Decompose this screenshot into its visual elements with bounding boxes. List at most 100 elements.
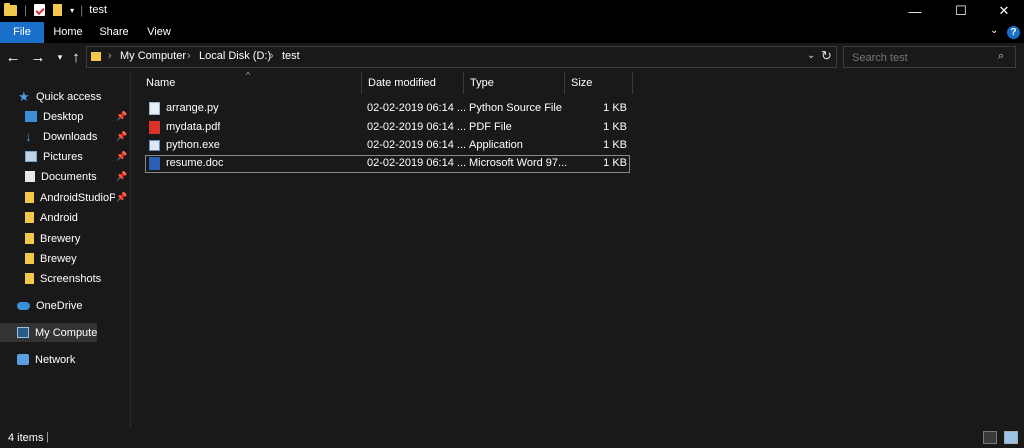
tab-file[interactable]: File (0, 22, 44, 43)
item-count: 4 items (8, 432, 44, 444)
tab-view[interactable]: View (137, 22, 181, 43)
folder-icon (4, 2, 17, 16)
sidebar-item-network[interactable]: Network (0, 350, 130, 369)
expand-ribbon-icon[interactable]: ⌄ (990, 25, 998, 36)
separator: | (24, 3, 28, 17)
sidebar-item-documents[interactable]: Documents 📌 (0, 167, 130, 186)
sidebar-item-label: Android (40, 211, 78, 224)
folder-icon (25, 253, 34, 264)
word-document-icon (149, 157, 160, 170)
customize-toolbar-icon[interactable]: ▾ (70, 6, 74, 15)
status-bar (0, 428, 1024, 448)
sidebar-item-label: Pictures (43, 150, 83, 163)
breadcrumb-separator: › (270, 50, 274, 62)
maximize-button[interactable]: ☐ (938, 0, 984, 22)
sidebar-item-my-computer[interactable]: My Computer (0, 323, 97, 342)
file-date: 02-02-2019 06:14 ... (367, 102, 467, 114)
search-input[interactable] (850, 50, 994, 66)
folder-icon (25, 192, 34, 203)
cloud-icon (17, 301, 30, 310)
address-dropdown-icon[interactable]: ⌄ (807, 50, 815, 61)
column-header-date[interactable]: Date modified (362, 72, 464, 94)
sidebar-item-brewery[interactable]: Brewery (0, 229, 130, 248)
column-header-type[interactable]: Type (464, 72, 565, 94)
pdf-file-icon (149, 121, 160, 134)
properties-icon[interactable] (34, 4, 46, 16)
up-arrow-icon[interactable]: ↑ (66, 47, 86, 67)
quick-access-toolbar: | ▾ | test (4, 2, 107, 17)
pictures-icon (25, 151, 37, 162)
pin-icon: 📌 (116, 111, 128, 121)
refresh-icon[interactable]: ↻ (821, 48, 832, 64)
sidebar-item-pictures[interactable]: Pictures 📌 (0, 147, 130, 166)
file-size: 1 KB (603, 139, 627, 151)
documents-icon (25, 171, 35, 182)
sidebar-item-label: Network (35, 353, 76, 366)
file-date: 02-02-2019 06:14 ... (367, 139, 467, 151)
title-bar (0, 0, 1024, 22)
forward-arrow-icon[interactable]: → (28, 47, 48, 67)
network-icon (17, 354, 29, 365)
python-file-icon (149, 102, 160, 115)
file-size: 1 KB (603, 121, 627, 133)
help-icon[interactable]: ? (1007, 26, 1020, 39)
minimize-button[interactable]: — (892, 0, 938, 22)
pin-icon: 📌 (116, 192, 128, 202)
breadcrumb-local-disk[interactable]: Local Disk (D:) (199, 50, 271, 62)
new-folder-icon[interactable] (53, 4, 63, 16)
file-type: Python Source File (469, 102, 562, 114)
large-icons-view-icon[interactable] (1004, 431, 1018, 444)
file-date: 02-02-2019 06:14 ... (367, 121, 467, 133)
sidebar-item-downloads[interactable]: ↓ Downloads 📌 (0, 127, 130, 146)
close-button[interactable]: ✕ (984, 0, 1024, 22)
sidebar-item-androidstudio[interactable]: AndroidStudioPr 📌 (0, 188, 130, 207)
details-view-icon[interactable] (983, 431, 997, 444)
file-type: Microsoft Word 97... (469, 157, 568, 169)
file-type: PDF File (469, 121, 512, 133)
window-title: test (89, 4, 107, 16)
file-type: Application (469, 139, 523, 151)
application-icon (149, 140, 160, 151)
breadcrumb-separator: › (187, 50, 191, 62)
sidebar-item-label: Brewery (40, 232, 81, 245)
tab-home[interactable]: Home (46, 22, 90, 43)
column-header-name[interactable]: Name (140, 72, 362, 94)
file-size: 1 KB (603, 102, 627, 114)
sidebar-item-label: Downloads (43, 130, 98, 143)
sidebar-item-label: Screenshots (40, 272, 102, 285)
sidebar-item-label: Documents (41, 170, 97, 183)
file-name: resume.doc (166, 157, 224, 169)
search-icon[interactable]: ⌕ (998, 50, 1004, 63)
search-box: ⌕ (843, 46, 1016, 68)
download-icon: ↓ (25, 129, 32, 144)
file-size: 1 KB (603, 157, 627, 169)
pin-icon: 📌 (116, 171, 128, 181)
sidebar-item-label: OneDrive (36, 299, 83, 312)
sidebar-item-screenshots[interactable]: Screenshots (0, 269, 130, 288)
file-name: arrange.py (166, 102, 219, 114)
breadcrumb-test[interactable]: test (282, 50, 300, 62)
file-name: mydata.pdf (166, 121, 221, 133)
breadcrumb-separator: › (108, 50, 112, 62)
table-row[interactable]: mydata.pdf 02-02-2019 06:14 ... PDF File… (145, 119, 630, 137)
back-arrow-icon[interactable]: ← (3, 47, 23, 67)
separator: | (46, 431, 49, 443)
pin-icon: 📌 (116, 151, 128, 161)
table-row[interactable]: python.exe 02-02-2019 06:14 ... Applicat… (145, 137, 630, 155)
folder-icon (25, 273, 34, 284)
table-row[interactable]: resume.doc 02-02-2019 06:14 ... Microsof… (145, 155, 630, 173)
star-icon: ★ (18, 89, 30, 104)
sidebar-item-onedrive[interactable]: OneDrive (0, 296, 130, 315)
sidebar-item-android[interactable]: Android (0, 208, 130, 227)
sidebar-item-brewey[interactable]: Brewey (0, 249, 130, 268)
breadcrumb-my-computer[interactable]: My Computer (120, 50, 186, 62)
folder-icon (25, 233, 34, 244)
folder-icon (91, 52, 101, 61)
sidebar-item-desktop[interactable]: Desktop 📌 (0, 107, 130, 126)
sidebar-item-label: Quick access (36, 90, 102, 103)
folder-icon (25, 212, 34, 223)
table-row[interactable]: arrange.py 02-02-2019 06:14 ... Python S… (145, 100, 630, 118)
sidebar-item-quick-access[interactable]: ★ Quick access (0, 87, 130, 106)
column-header-size[interactable]: Size (565, 72, 633, 94)
tab-share[interactable]: Share (92, 22, 136, 43)
